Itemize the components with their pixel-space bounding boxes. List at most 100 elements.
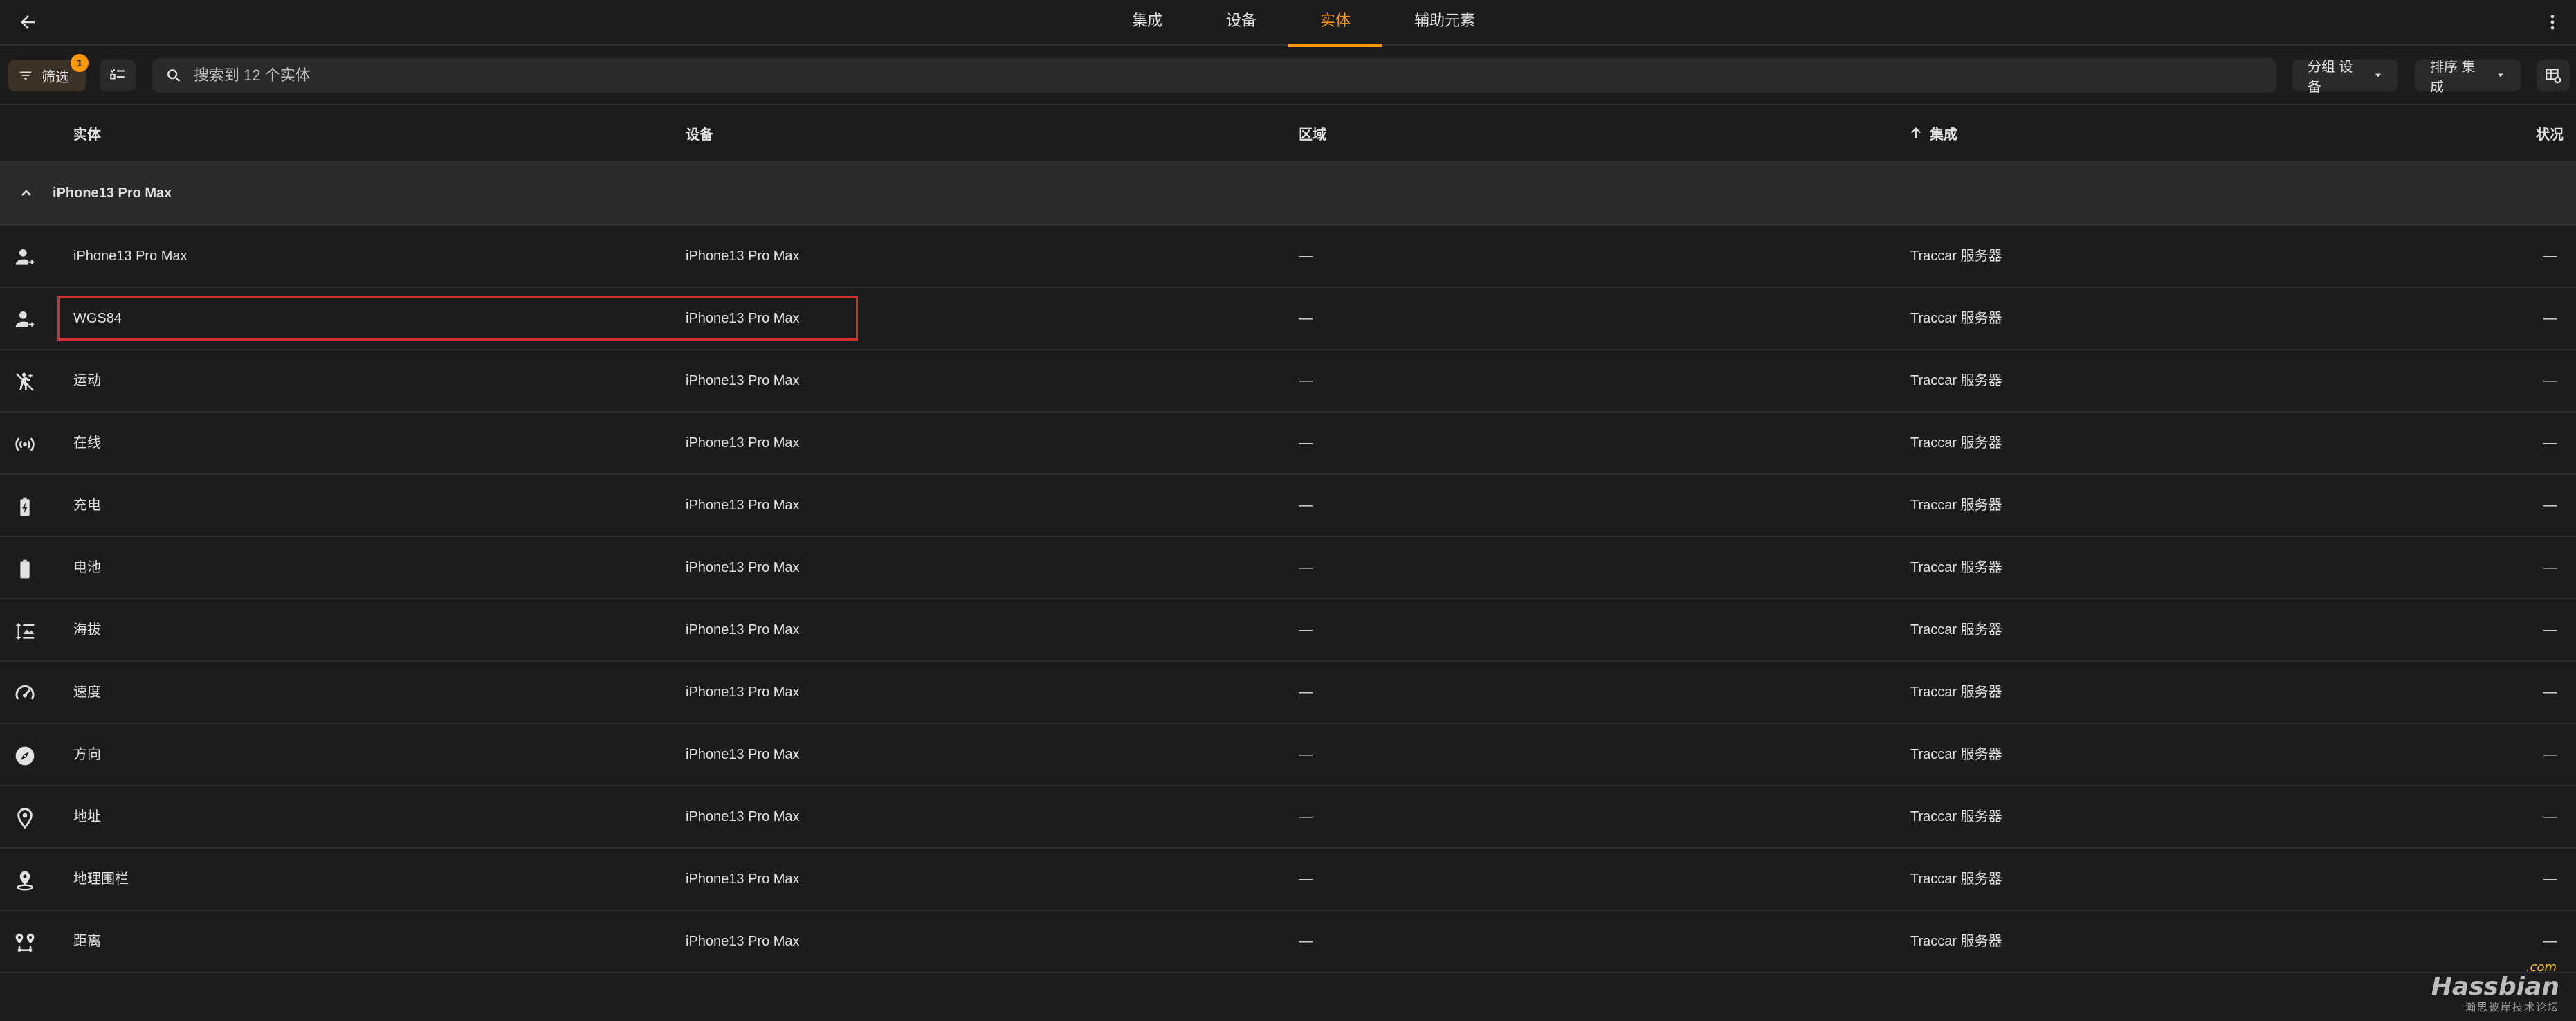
entity-name: iPhone13 Pro Max bbox=[73, 249, 188, 264]
arrow-up-icon bbox=[1908, 125, 1924, 141]
entity-name: 地址 bbox=[73, 809, 101, 824]
entity-status: — bbox=[2543, 809, 2557, 824]
entity-device: iPhone13 Pro Max bbox=[686, 685, 800, 700]
column-header-integration-label: 集成 bbox=[1930, 127, 1957, 143]
entity-status: — bbox=[2543, 747, 2557, 762]
table-row[interactable]: 地理围栏 iPhone13 Pro Max — Traccar 服务器 — bbox=[0, 849, 2576, 911]
entity-device: iPhone13 Pro Max bbox=[686, 373, 800, 388]
entity-status: — bbox=[2543, 498, 2557, 513]
entity-integration: Traccar 服务器 bbox=[1910, 934, 2002, 949]
entity-area: — bbox=[1299, 934, 1313, 949]
map-marker-distance-icon bbox=[14, 932, 36, 954]
selection-mode-button[interactable] bbox=[100, 60, 136, 91]
table-row[interactable]: iPhone13 Pro Max iPhone13 Pro Max — Trac… bbox=[0, 226, 2576, 288]
entity-device: iPhone13 Pro Max bbox=[686, 622, 800, 638]
table-cog-icon bbox=[2544, 66, 2562, 84]
config-tabs: 集成 设备 实体 辅助元素 bbox=[1100, 0, 1507, 47]
altitude-icon bbox=[14, 620, 36, 642]
entity-name: 距离 bbox=[73, 934, 101, 949]
watermark-logo: Hassbian bbox=[2431, 973, 2559, 1001]
entity-device: iPhone13 Pro Max bbox=[686, 498, 800, 513]
entity-status: — bbox=[2543, 685, 2557, 700]
speedometer-icon bbox=[14, 683, 36, 705]
overflow-menu-button[interactable] bbox=[2539, 4, 2566, 40]
table-row[interactable]: 电池 iPhone13 Pro Max — Traccar 服务器 — bbox=[0, 537, 2576, 599]
search-input[interactable] bbox=[194, 66, 2200, 84]
checklist-icon bbox=[109, 66, 127, 84]
column-header-entity[interactable]: 实体 bbox=[73, 105, 101, 161]
entity-integration: Traccar 服务器 bbox=[1910, 809, 2002, 824]
group-by-label: 分组 设备 bbox=[2308, 60, 2353, 95]
entity-name: 充电 bbox=[73, 498, 101, 513]
entity-status: — bbox=[2543, 560, 2557, 575]
entity-name: 海拔 bbox=[73, 622, 101, 638]
entity-integration: Traccar 服务器 bbox=[1910, 249, 2002, 264]
entity-name: 方向 bbox=[73, 747, 101, 762]
collapse-group-button[interactable] bbox=[0, 161, 53, 225]
entity-integration: Traccar 服务器 bbox=[1910, 871, 2002, 887]
entity-device: iPhone13 Pro Max bbox=[686, 435, 800, 451]
entity-device: iPhone13 Pro Max bbox=[686, 249, 800, 264]
sort-by-label: 排序 集成 bbox=[2430, 60, 2476, 95]
table-row[interactable]: 运动 iPhone13 Pro Max — Traccar 服务器 — bbox=[0, 350, 2576, 413]
entity-area: — bbox=[1299, 871, 1313, 887]
entity-area: — bbox=[1299, 622, 1313, 638]
motion-off-icon bbox=[14, 371, 36, 393]
column-header-integration[interactable]: 集成 bbox=[1908, 105, 1957, 161]
entity-device: iPhone13 Pro Max bbox=[686, 871, 800, 887]
entity-area: — bbox=[1299, 311, 1313, 326]
tab-integrations[interactable]: 集成 bbox=[1100, 0, 1194, 46]
filter-label: 筛选 bbox=[42, 69, 69, 85]
entity-integration: Traccar 服务器 bbox=[1910, 622, 2002, 638]
entity-area: — bbox=[1299, 249, 1313, 264]
menu-down-icon bbox=[2496, 71, 2505, 80]
filter-count-badge: 1 bbox=[71, 54, 89, 72]
entity-name: 在线 bbox=[73, 435, 101, 451]
entity-status: — bbox=[2543, 249, 2557, 264]
back-button[interactable] bbox=[10, 4, 46, 40]
column-header-device[interactable]: 设备 bbox=[686, 105, 713, 161]
entity-device: iPhone13 Pro Max bbox=[686, 747, 800, 762]
column-header-area[interactable]: 区域 bbox=[1299, 105, 1326, 161]
broadcast-icon bbox=[14, 433, 36, 455]
entity-status: — bbox=[2543, 871, 2557, 887]
highlight-annotation-box bbox=[57, 296, 858, 341]
table-settings-button[interactable] bbox=[2537, 60, 2570, 91]
table-row[interactable]: 在线 iPhone13 Pro Max — Traccar 服务器 — bbox=[0, 413, 2576, 475]
table-row[interactable]: 距离 iPhone13 Pro Max — Traccar 服务器 — bbox=[0, 911, 2576, 973]
entity-integration: Traccar 服务器 bbox=[1910, 311, 2002, 326]
entity-name: 运动 bbox=[73, 373, 101, 388]
entity-area: — bbox=[1299, 498, 1313, 513]
group-by-button[interactable]: 分组 设备 bbox=[2292, 60, 2398, 95]
search-field[interactable] bbox=[152, 58, 2276, 93]
entity-device: iPhone13 Pro Max bbox=[686, 809, 800, 824]
battery-icon bbox=[14, 558, 36, 580]
entity-status: — bbox=[2543, 373, 2557, 388]
sort-by-button[interactable]: 排序 集成 bbox=[2415, 60, 2521, 95]
battery-charging-icon bbox=[14, 496, 36, 518]
entity-area: — bbox=[1299, 747, 1313, 762]
entity-integration: Traccar 服务器 bbox=[1910, 498, 2002, 513]
entity-status: — bbox=[2543, 435, 2557, 451]
entities-page: 集成 设备 实体 辅助元素 筛选 1 搜索到 12 个实体 分组 设备 排序 集… bbox=[0, 0, 2576, 1021]
tab-helpers[interactable]: 辅助元素 bbox=[1382, 0, 1507, 46]
entity-integration: Traccar 服务器 bbox=[1910, 685, 2002, 700]
map-marker-icon bbox=[14, 807, 36, 829]
table-row[interactable]: 方向 iPhone13 Pro Max — Traccar 服务器 — bbox=[0, 724, 2576, 786]
entity-integration: Traccar 服务器 bbox=[1910, 435, 2002, 451]
table-row[interactable]: 速度 iPhone13 Pro Max — Traccar 服务器 — bbox=[0, 662, 2576, 724]
account-arrow-icon bbox=[14, 309, 36, 331]
tab-devices[interactable]: 设备 bbox=[1194, 0, 1288, 46]
table-row[interactable]: 地址 iPhone13 Pro Max — Traccar 服务器 — bbox=[0, 786, 2576, 849]
table-row[interactable]: 海拔 iPhone13 Pro Max — Traccar 服务器 — bbox=[0, 599, 2576, 662]
entity-status: — bbox=[2543, 311, 2557, 326]
column-header-status[interactable]: 状况 bbox=[2536, 105, 2564, 161]
tab-entities[interactable]: 实体 bbox=[1288, 0, 1383, 47]
entity-name: 地理围栏 bbox=[73, 871, 129, 887]
entity-area: — bbox=[1299, 373, 1313, 388]
entity-integration: Traccar 服务器 bbox=[1910, 373, 2002, 388]
entity-status: — bbox=[2543, 622, 2557, 638]
table-row[interactable]: 充电 iPhone13 Pro Max — Traccar 服务器 — bbox=[0, 475, 2576, 537]
search-icon bbox=[166, 68, 181, 83]
chevron-up-icon bbox=[18, 185, 35, 201]
